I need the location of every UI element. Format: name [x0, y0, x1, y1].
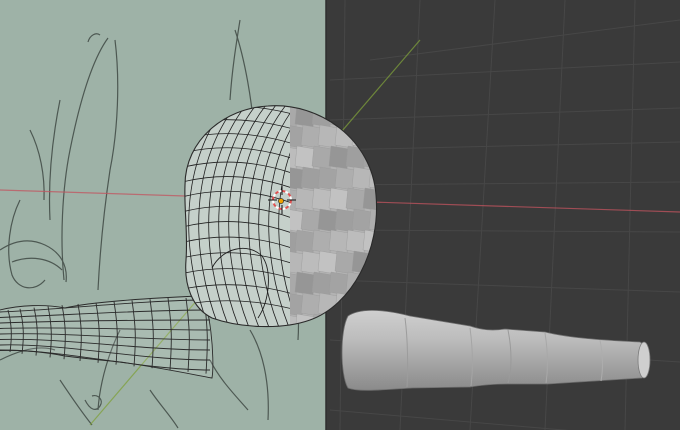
object-origin-icon — [278, 198, 284, 204]
viewport-scene[interactable] — [0, 0, 680, 430]
3d-viewport[interactable] — [0, 0, 680, 430]
